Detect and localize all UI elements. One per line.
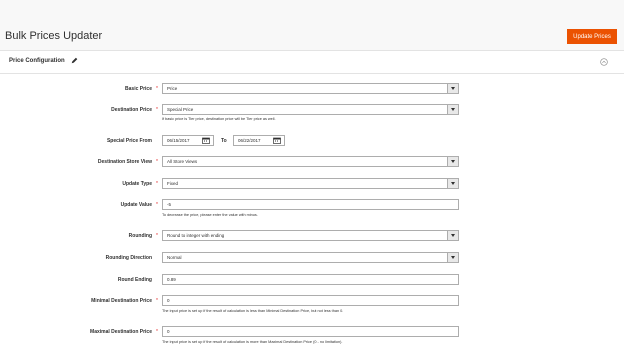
pencil-icon[interactable] [71,57,78,64]
collapse-circle-icon[interactable] [600,58,608,66]
row-round-ending: Round Ending 0.89 [0,274,624,288]
chevron-down-icon[interactable] [447,231,458,240]
destination-price-label: Destination Price [111,107,152,113]
round-ending-input[interactable]: 0.89 [162,274,459,285]
update-prices-button[interactable]: Update Prices [567,29,617,44]
update-type-label: Update Type [122,181,152,187]
required-marker: * [156,202,158,208]
destination-price-note: If basic price is Tier price, destinatio… [162,117,276,121]
required-marker: * [156,233,158,239]
rounding-value: Round to integer with ending [167,233,225,238]
special-price-to-date[interactable]: 06/22/2017 [233,135,285,146]
calendar-icon[interactable] [202,137,210,144]
row-basic-price: Basic Price * Price [0,83,624,97]
calendar-icon[interactable] [273,137,281,144]
special-price-from-date[interactable]: 06/15/2017 [162,135,214,146]
row-maximal-destination-price: Maximal Destination Price * 0 The input … [0,326,624,344]
row-rounding: Rounding * Round to integer with ending [0,230,624,244]
page-title: Bulk Prices Updater [5,30,103,42]
update-value-note: To decrease the price, please enter the … [162,213,258,217]
maximal-destination-price-note: The input price is set up if the result … [162,340,343,344]
update-type-value: Fixed [167,181,179,186]
special-price-from-label: Special Price From [106,138,152,144]
chevron-down-icon[interactable] [447,157,458,166]
rounding-direction-value: Normal [167,255,182,260]
destination-price-select[interactable]: Special Price [162,104,459,115]
destination-store-view-value: All Store Views [167,159,198,164]
required-marker: * [156,107,158,113]
required-marker: * [156,298,158,304]
required-marker: * [156,86,158,92]
rounding-direction-label: Rounding Direction [105,255,152,261]
row-update-value: Update Value * -5 To decrease the price,… [0,199,624,217]
rounding-direction-select[interactable]: Normal [162,252,459,263]
destination-price-value: Special Price [167,107,194,112]
chevron-down-icon[interactable] [447,253,458,262]
required-marker: * [156,329,158,335]
minimal-destination-price-label: Minimal Destination Price [91,298,152,304]
row-destination-store-view: Destination Store View * All Store Views [0,156,624,170]
chevron-down-icon[interactable] [447,179,458,188]
section-title: Price Configuration [9,58,65,64]
update-value-label: Update Value [120,202,152,208]
minimal-destination-price-note: The input price is set up if the result … [162,309,344,313]
rounding-label: Rounding [128,233,152,239]
rounding-select[interactable]: Round to integer with ending [162,230,459,241]
chevron-down-icon[interactable] [447,84,458,93]
top-strip [0,0,624,24]
row-rounding-direction: Rounding Direction Normal [0,252,624,266]
required-marker: * [156,159,158,165]
required-marker: * [156,181,158,187]
from-date-value: 06/15/2017 [167,138,190,143]
to-label: To [221,138,227,144]
row-minimal-destination-price: Minimal Destination Price * 0 The input … [0,295,624,313]
update-type-select[interactable]: Fixed [162,178,459,189]
round-ending-label: Round Ending [117,277,152,283]
destination-store-view-label: Destination Store View [97,159,152,165]
minimal-destination-price-input[interactable]: 0 [162,295,459,306]
page-header: Bulk Prices Updater Update Prices [0,24,624,51]
maximal-destination-price-label: Maximal Destination Price [90,329,152,335]
row-destination-price: Destination Price * Special Price If bas… [0,104,624,121]
basic-price-value: Price [167,86,178,91]
section-header[interactable]: Price Configuration [0,51,624,74]
row-special-price-from: Special Price From 06/15/2017 To 06/22/2… [0,135,624,149]
basic-price-label: Basic Price [125,86,152,92]
row-update-type: Update Type * Fixed [0,178,624,192]
update-value-input[interactable]: -5 [162,199,459,210]
chevron-down-icon[interactable] [447,105,458,114]
destination-store-view-select[interactable]: All Store Views [162,156,459,167]
basic-price-select[interactable]: Price [162,83,459,94]
to-date-value: 06/22/2017 [238,138,261,143]
maximal-destination-price-input[interactable]: 0 [162,326,459,337]
